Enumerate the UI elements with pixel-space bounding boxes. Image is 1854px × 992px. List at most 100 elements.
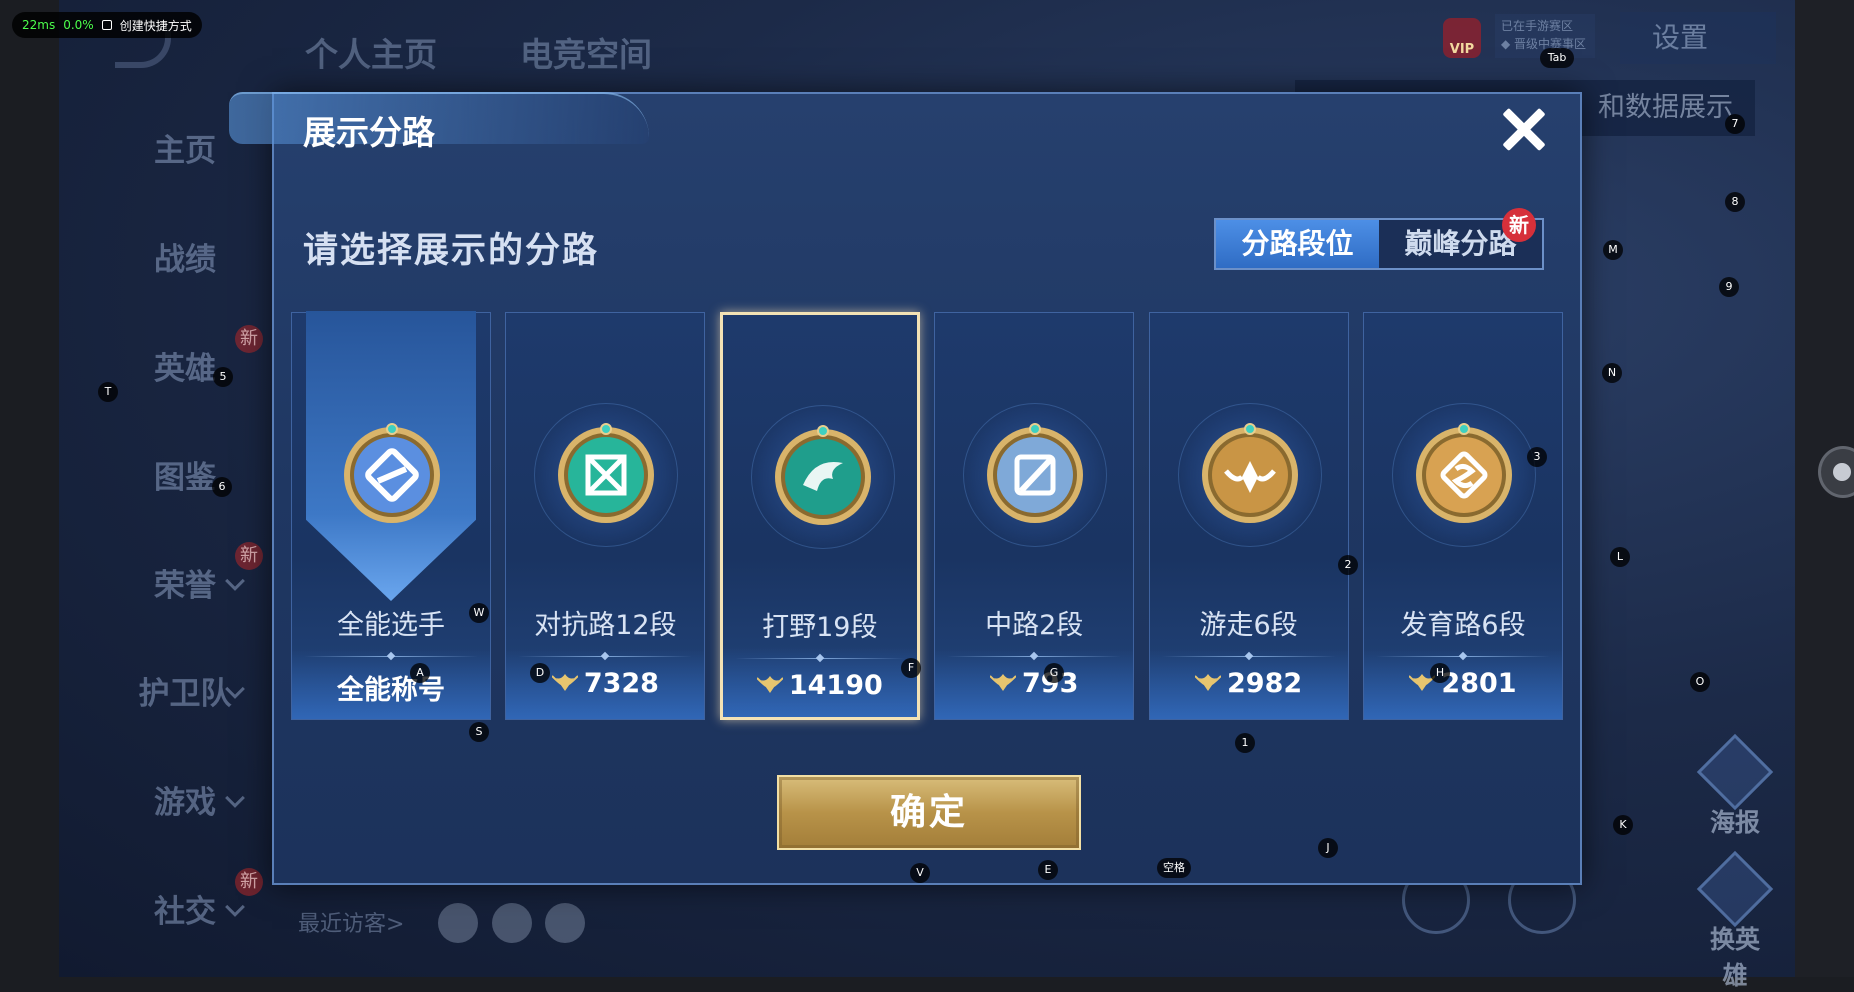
card-name: 对抗路12段 (534, 610, 677, 641)
card-score-value: 7328 (583, 668, 659, 699)
switch-hero-button[interactable]: 换英雄 (1696, 850, 1774, 992)
card-score-value: 2801 (1441, 668, 1517, 699)
lane-card[interactable]: 对抗路12段 7328 (505, 312, 706, 720)
rank-wing-icon (989, 668, 1017, 699)
sidebar-item[interactable]: 护卫队 (100, 668, 270, 713)
poster-icon (1696, 733, 1774, 811)
roam-emblem-icon (1196, 421, 1304, 529)
rank-wing-icon (1194, 668, 1222, 699)
jungle-emblem-icon (769, 423, 877, 531)
tab-esports-space[interactable]: 电竞空间 (520, 28, 652, 76)
card-name: 全能选手 (337, 610, 445, 641)
visitor-avatar[interactable] (545, 903, 585, 943)
rank-wing-icon (756, 670, 784, 701)
visitor-avatar[interactable] (492, 903, 532, 943)
clash-lane-emblem-icon (552, 421, 660, 529)
lane-card[interactable]: 发育路6段 2801 (1363, 312, 1563, 720)
card-name: 发育路6段 (1400, 610, 1526, 641)
switch-hero-label: 换英雄 (1709, 925, 1760, 990)
card-divider (1376, 656, 1550, 657)
close-icon[interactable] (1494, 100, 1554, 160)
sidebar-item[interactable]: 战绩 (100, 234, 270, 279)
key-hint: T (98, 382, 118, 402)
latency-readout: 22ms (22, 18, 56, 32)
sidebar-item[interactable]: 图鉴 (100, 452, 270, 497)
key-hint: 1 (1235, 733, 1255, 753)
key-hint: M (1603, 240, 1623, 260)
card-name: 游走6段 (1199, 610, 1298, 641)
key-hint: D (530, 663, 550, 683)
new-badge: 新 (235, 868, 263, 896)
all-round-emblem-icon (338, 421, 446, 529)
card-name: 中路2段 (985, 610, 1084, 641)
farm-lane-emblem-icon (1410, 421, 1518, 529)
cloud-swirl-ornament (229, 92, 649, 144)
key-hint: 5 (213, 367, 233, 387)
switch-hero-icon (1696, 850, 1774, 928)
card-divider (304, 656, 478, 657)
key-hint: A (410, 663, 430, 683)
key-hint: 7 (1725, 114, 1745, 134)
lane-card[interactable]: 中路2段 793 (934, 312, 1135, 720)
key-hint: L (1610, 547, 1630, 567)
new-badge: 新 (235, 542, 263, 570)
poster-label: 海报 (1709, 808, 1760, 837)
visitor-avatar[interactable] (438, 903, 478, 943)
settings-button[interactable]: 设置 (1620, 12, 1776, 64)
confirm-button[interactable]: 确定 (777, 775, 1081, 850)
key-hint: S (469, 722, 489, 742)
key-hint: 9 (1719, 277, 1739, 297)
tab-personal-home[interactable]: 个人主页 (305, 28, 437, 76)
card-score: 2982 (1150, 668, 1348, 699)
sidebar-item[interactable]: 游戏 (100, 777, 270, 822)
card-name: 打野19段 (762, 612, 878, 643)
card-score: 793 (935, 668, 1133, 699)
key-hint: W (469, 603, 489, 623)
vip-info-line1: 已在手游赛区 (1501, 19, 1574, 33)
rank-wing-icon (551, 668, 579, 699)
dialog-prompt: 请选择展示的分路 (303, 231, 600, 271)
key-hint: N (1602, 363, 1622, 383)
key-hint: 8 (1725, 192, 1745, 212)
create-shortcut-link[interactable]: 创建快捷方式 (120, 17, 192, 34)
mid-lane-emblem-icon (981, 421, 1089, 529)
key-hint: 3 (1527, 447, 1547, 467)
key-hint: 2 (1338, 555, 1358, 575)
shortcut-icon (101, 20, 112, 30)
card-score-value: 2982 (1227, 668, 1303, 699)
cpu-readout: 0.0% (63, 18, 94, 32)
key-hint: F (901, 658, 921, 678)
key-hint: H (1430, 663, 1450, 683)
key-hint: O (1690, 672, 1710, 692)
card-divider (518, 656, 693, 657)
dialog-title: 展示分路 (303, 113, 435, 152)
card-score: 14190 (723, 670, 917, 701)
key-hint: E (1038, 860, 1058, 880)
key-hint: 6 (212, 477, 232, 497)
lane-card[interactable]: 游走6段 2982 (1148, 312, 1349, 720)
performance-overlay: 22ms 0.0% 创建快捷方式 (12, 12, 202, 38)
card-score: 2801 (1364, 668, 1562, 699)
key-hint: 空格 (1157, 858, 1191, 878)
lane-card[interactable]: 打野19段 14190 (719, 312, 920, 720)
new-badge: 新 (1502, 208, 1536, 242)
recent-visitors-link[interactable]: 最近访客> (298, 906, 404, 938)
card-divider (1161, 656, 1336, 657)
tab-lane-rank[interactable]: 分路段位 (1216, 220, 1379, 268)
key-hint: V (910, 863, 930, 883)
card-score: 全能称号 (292, 668, 490, 707)
lane-mode-tabs: 分路段位 巅峰分路 (1214, 218, 1544, 270)
card-divider (947, 656, 1122, 657)
poster-button[interactable]: 海报 (1696, 733, 1774, 839)
vip-icon[interactable]: VIP (1443, 18, 1481, 58)
card-score-value: 14190 (788, 670, 883, 701)
lane-card[interactable]: 全能选手 全能称号 (291, 311, 491, 720)
new-badge: 新 (235, 325, 263, 353)
key-hint: K (1613, 815, 1633, 835)
card-divider (734, 658, 905, 659)
key-hint: Tab (1540, 48, 1574, 68)
lane-card-list: 全能选手 全能称号 对抗路12段 7328 打野19段 14190 中路2段 793 游走6段 2… (291, 311, 1563, 720)
key-hint: J (1318, 838, 1338, 858)
key-hint: G (1044, 663, 1064, 683)
dialog-header-ornament (229, 74, 699, 158)
